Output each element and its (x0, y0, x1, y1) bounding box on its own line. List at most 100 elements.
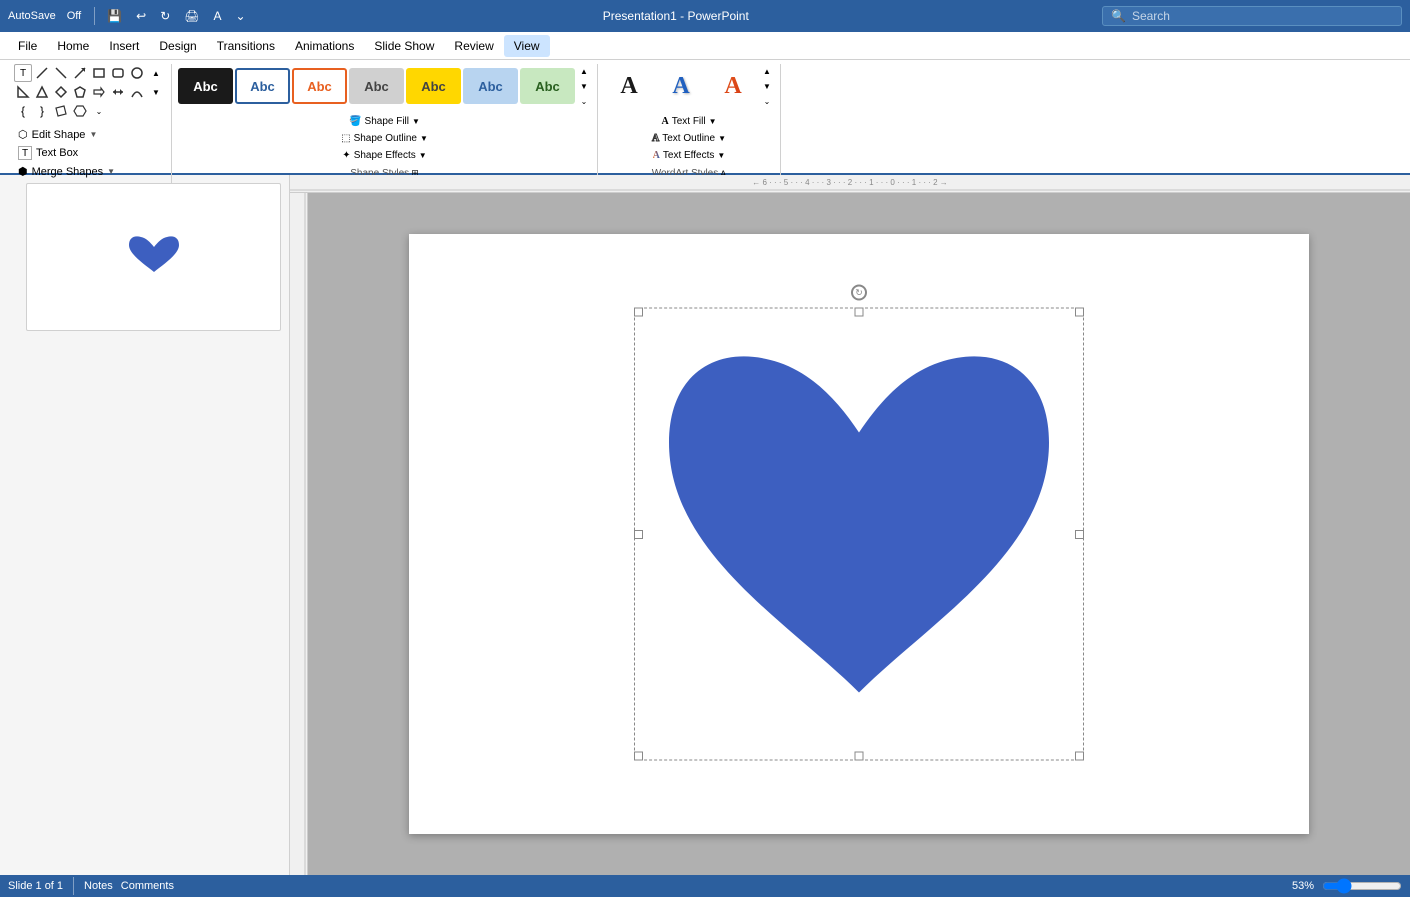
scroll-shapes-down[interactable]: ▼ (147, 83, 165, 101)
curve-tool[interactable] (128, 83, 146, 101)
search-input[interactable] (1132, 9, 1332, 23)
handle-top-right[interactable] (1075, 308, 1084, 317)
hexagon-tool[interactable] (71, 102, 89, 120)
parallelogram-tool[interactable] (52, 102, 70, 120)
shape-outline-dropdown: ▼ (420, 134, 428, 143)
shape-styles-expand[interactable]: ⌄ (577, 94, 591, 108)
handle-top-center[interactable] (855, 308, 864, 317)
text-effects-button[interactable]: A Text Effects ▼ (604, 148, 774, 163)
menu-insert[interactable]: Insert (99, 35, 149, 57)
shape-style-blue-outline[interactable]: Abc (235, 68, 290, 104)
shape-style-blue-light[interactable]: Abc (463, 68, 518, 104)
slide-thumbnail-1[interactable] (26, 183, 281, 331)
menu-design[interactable]: Design (149, 35, 206, 57)
customize-qat-button[interactable]: ⌄ (232, 7, 250, 25)
text-outline-icon: A (652, 133, 659, 144)
menu-review[interactable]: Review (444, 35, 503, 57)
handle-mid-left[interactable] (634, 530, 643, 539)
shape-styles-scroll-down[interactable]: ▼ (577, 79, 591, 93)
brace-close-tool[interactable]: } (33, 102, 51, 120)
text-effects-icon: A (653, 150, 660, 161)
handle-bottom-left[interactable] (634, 752, 643, 761)
handle-bottom-center[interactable] (855, 752, 864, 761)
wordart-scroll-down[interactable]: ▼ (760, 79, 774, 93)
line-tool[interactable] (33, 64, 51, 82)
horizontal-ruler: ← 6 · · · 5 · · · 4 · · · 3 · · · 2 · · … (290, 175, 1410, 193)
text-fill-button[interactable]: A Text Fill ▼ (604, 114, 774, 129)
edit-shape-button[interactable]: ⬡ Edit Shape ▼ (14, 126, 165, 143)
text-outline-button[interactable]: A Text Outline ▼ (604, 131, 774, 146)
slide-thumb-heart (124, 232, 184, 282)
handle-bottom-right[interactable] (1075, 752, 1084, 761)
wordart-style-black[interactable]: A (604, 68, 654, 104)
print-button[interactable]: 🖨 (180, 7, 203, 25)
wordart-style-gradient[interactable]: A (708, 68, 758, 104)
shape-style-dark[interactable]: Abc (178, 68, 233, 104)
shape-effects-dropdown: ▼ (419, 151, 427, 160)
slide-thumb-content (31, 188, 276, 326)
shape-effects-button[interactable]: ✦ Shape Effects ▼ (178, 148, 591, 163)
text-fill-dropdown: ▼ (709, 117, 717, 126)
shape-style-orange-outline[interactable]: Abc (292, 68, 347, 104)
search-box[interactable]: 🔍 (1102, 6, 1402, 26)
canvas-area: ← 6 · · · 5 · · · 4 · · · 3 · · · 2 · · … (290, 175, 1410, 875)
notes-button[interactable]: Notes (84, 880, 113, 892)
comments-button[interactable]: Comments (121, 880, 174, 892)
menu-bar: File Home Insert Design Transitions Anim… (0, 32, 1410, 60)
wordart-scroll-up[interactable]: ▲ (760, 64, 774, 78)
wordart-style-blue[interactable]: A (656, 68, 706, 104)
menu-file[interactable]: File (8, 35, 47, 57)
shape-fill-label: Shape Fill (365, 116, 409, 127)
merge-shapes-icon: ⬢ (18, 165, 28, 178)
save-button[interactable]: 💾 (103, 7, 126, 25)
edit-shape-icon: ⬡ (18, 128, 28, 141)
textbox-label: Text Box (36, 147, 78, 159)
text-effects-dropdown: ▼ (717, 151, 725, 160)
triangle-tool[interactable] (33, 83, 51, 101)
pentagon-tool[interactable] (71, 83, 89, 101)
shape-outline-icon: ⬚ (341, 133, 350, 144)
redo-button[interactable]: ↻ (156, 7, 174, 25)
right-arrow-tool[interactable] (90, 83, 108, 101)
shapes-more[interactable]: ⌄ (90, 102, 108, 120)
shape-style-gray[interactable]: Abc (349, 68, 404, 104)
shape-outline-label: Shape Outline (354, 133, 417, 144)
shape-outline-button[interactable]: ⬚ Shape Outline ▼ (178, 131, 591, 146)
menu-transitions[interactable]: Transitions (207, 35, 285, 57)
shape-fill-button[interactable]: 🪣 Shape Fill ▼ (178, 114, 591, 129)
menu-view[interactable]: View (504, 35, 550, 57)
undo-button[interactable]: ↩ (132, 7, 150, 25)
brace-open-tool[interactable]: { (14, 102, 32, 120)
rounded-rect-tool[interactable] (109, 64, 127, 82)
text-fill-label: Text Fill (672, 116, 706, 127)
handle-top-left[interactable] (634, 308, 643, 317)
double-arrow-tool[interactable] (109, 83, 127, 101)
menu-slideshow[interactable]: Slide Show (364, 35, 444, 57)
handle-mid-right[interactable] (1075, 530, 1084, 539)
slide-info: Slide 1 of 1 (8, 880, 63, 892)
wordart-expand[interactable]: ⌄ (760, 94, 774, 108)
shape-style-yellow[interactable]: Abc (406, 68, 461, 104)
diamond-tool[interactable] (52, 83, 70, 101)
arrow-tool[interactable] (71, 64, 89, 82)
autosave-toggle[interactable]: Off (62, 8, 86, 24)
rectangle-tool[interactable] (90, 64, 108, 82)
shape-style-green[interactable]: Abc (520, 68, 575, 104)
heart-selection-container[interactable]: ↻ (639, 313, 1079, 756)
zoom-slider[interactable] (1322, 878, 1402, 894)
right-triangle-tool[interactable] (14, 83, 32, 101)
menu-animations[interactable]: Animations (285, 35, 364, 57)
rotate-handle[interactable]: ↻ (851, 285, 867, 301)
menu-home[interactable]: Home (47, 35, 99, 57)
slide-canvas[interactable]: ↻ (409, 234, 1309, 834)
format-button[interactable]: A (210, 7, 226, 25)
textbox-button[interactable]: T Text Box (14, 144, 165, 162)
text-box-tool[interactable]: T (14, 64, 32, 82)
merge-shapes-button[interactable]: ⬢ Merge Shapes ▼ (14, 163, 165, 180)
diagonal-line-tool[interactable] (52, 64, 70, 82)
title-bar-left: AutoSave Off 💾 ↩ ↻ 🖨 A ⌄ (8, 7, 250, 25)
heart-shape[interactable] (639, 313, 1079, 753)
scroll-shapes-up[interactable]: ▲ (147, 64, 165, 82)
circle-tool[interactable] (128, 64, 146, 82)
shape-styles-scroll-up[interactable]: ▲ (577, 64, 591, 78)
